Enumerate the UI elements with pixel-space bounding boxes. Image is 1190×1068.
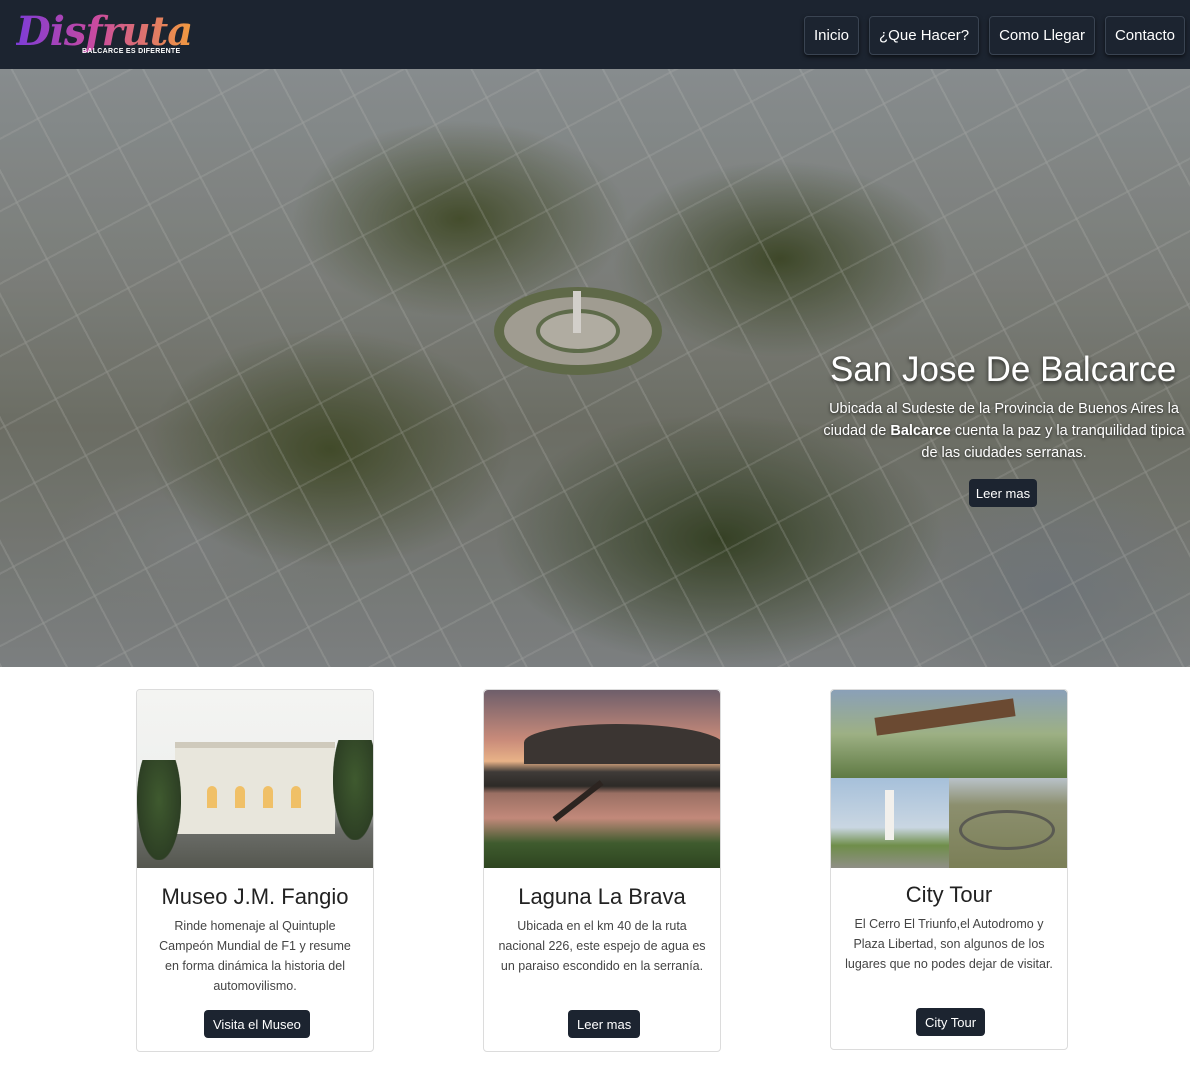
hero-title: San Jose De Balcarce — [830, 350, 1177, 389]
card-text: Ubicada en el km 40 de la ruta nacional … — [498, 919, 706, 973]
hero-text-end: cuenta la paz y la tranquilidad tipica d… — [921, 423, 1185, 461]
nav-link-inicio[interactable]: Inicio — [803, 16, 860, 55]
museum-window — [263, 786, 273, 808]
hero-description: Ubicada al Sudeste de la Provincia de Bu… — [818, 398, 1190, 464]
card-title: Museo J.M. Fangio — [161, 884, 349, 909]
museum-tree — [137, 760, 181, 860]
laguna-image — [484, 690, 720, 868]
museum-window — [207, 786, 217, 808]
card-laguna: Laguna La Brava Ubicada en el km 40 de l… — [483, 689, 721, 1052]
monument — [885, 790, 894, 840]
museum-window — [235, 786, 245, 808]
park-entrance-photo — [831, 690, 1067, 778]
card-text: Rinde homenaje al Quintuple Campeón Mund… — [159, 919, 351, 993]
visit-museum-button[interactable]: Visita el Museo — [204, 1010, 310, 1038]
museum-tree — [333, 740, 373, 840]
card-title: City Tour — [905, 882, 993, 907]
laguna-pier — [552, 780, 604, 822]
hero-text-bold: Balcarce — [890, 423, 951, 439]
museum-image — [137, 690, 373, 868]
city-tour-image — [831, 690, 1067, 868]
nav-links: Inicio ¿Que Hacer? Como Llegar Contacto — [803, 16, 1185, 55]
nav-link-como-llegar[interactable]: Como Llegar — [989, 16, 1095, 55]
logo-tagline: BALCARCE ES DIFERENTE — [82, 48, 181, 55]
hero-read-more-button[interactable]: Leer mas — [969, 479, 1037, 507]
nav-link-contacto[interactable]: Contacto — [1104, 16, 1185, 55]
race-track — [959, 810, 1055, 850]
hero-banner: San Jose De Balcarce Ubicada al Sudeste … — [0, 69, 1190, 667]
card-title: Laguna La Brava — [518, 884, 686, 909]
navbar: Disfruta BALCARCE ES DIFERENTE Inicio ¿Q… — [0, 0, 1190, 69]
laguna-read-more-button[interactable]: Leer mas — [568, 1010, 641, 1038]
museum-window — [291, 786, 301, 808]
city-tour-button[interactable]: City Tour — [916, 1008, 986, 1036]
card-city-tour: City Tour El Cerro El Triunfo,el Autodro… — [830, 689, 1068, 1050]
nav-link-que-hacer[interactable]: ¿Que Hacer? — [869, 16, 980, 55]
laguna-hill — [524, 724, 720, 764]
site-logo[interactable]: Disfruta BALCARCE ES DIFERENTE — [14, 8, 193, 62]
card-museo: Museo J.M. Fangio Rinde homenaje al Quin… — [136, 689, 374, 1052]
museum-building — [175, 742, 335, 834]
card-text: El Cerro El Triunfo,el Autodromo y Plaza… — [845, 917, 1053, 971]
